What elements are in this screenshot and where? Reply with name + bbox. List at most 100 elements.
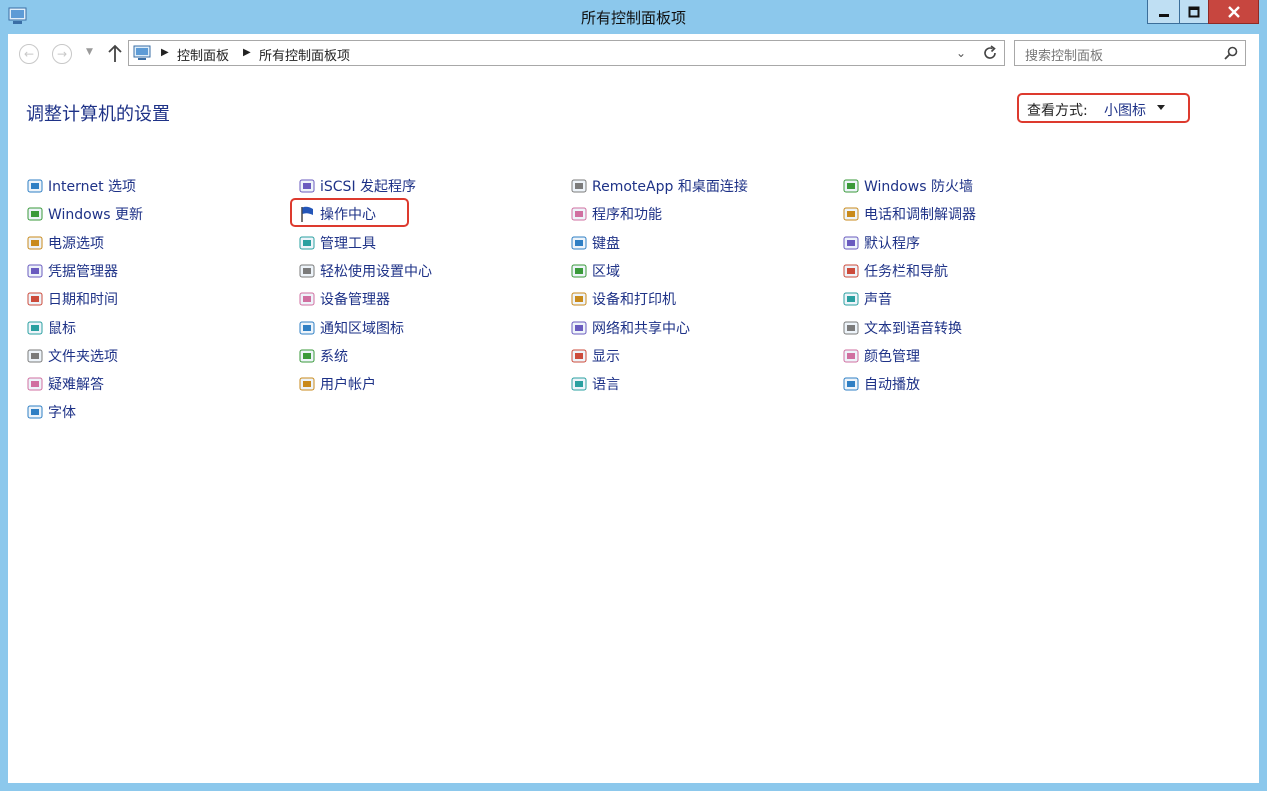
control-panel-item-label[interactable]: 轻松使用设置中心 [320,261,432,281]
control-panel-item[interactable]: 语言 [570,374,620,394]
control-panel-item[interactable]: Windows 更新 [26,204,143,224]
control-panel-item-label[interactable]: 用户帐户 [320,374,376,394]
control-panel-item[interactable]: 任务栏和导航 [842,261,948,281]
search-icon[interactable] [1223,45,1239,61]
breadcrumb-separator-icon[interactable]: ▶ [161,47,169,58]
control-panel-item-label[interactable]: 疑难解答 [48,374,104,394]
action-center-flag-icon [301,206,313,222]
control-panel-item-label[interactable]: 系统 [320,346,348,366]
internet-options-icon [27,179,43,193]
back-button[interactable]: ← [19,44,39,64]
page-heading: 调整计算机的设置 [26,104,170,125]
control-panel-item[interactable]: 文本到语音转换 [842,318,962,338]
control-panel-item[interactable]: Internet 选项 [26,176,136,196]
text-to-speech-icon [843,321,859,335]
control-panel-item[interactable]: 区域 [570,261,620,281]
close-button[interactable] [1208,0,1259,24]
control-panel-item-label[interactable]: Windows 更新 [48,204,143,224]
remoteapp-icon [571,179,587,193]
control-panel-item-label[interactable]: 设备和打印机 [592,289,676,309]
control-panel-item[interactable]: 轻松使用设置中心 [298,261,432,281]
control-panel-item[interactable]: 默认程序 [842,233,920,253]
refresh-icon[interactable] [981,44,999,62]
control-panel-item[interactable]: 文件夹选项 [26,346,118,366]
breadcrumb-separator-icon[interactable]: ▶ [243,47,251,58]
control-panel-item-label[interactable]: 文件夹选项 [48,346,118,366]
control-panel-item[interactable]: 颜色管理 [842,346,920,366]
control-panel-item[interactable]: 字体 [26,402,76,422]
chevron-down-icon: ▼ [86,47,93,57]
control-panel-item[interactable]: 系统 [298,346,348,366]
control-panel-item-label[interactable]: 显示 [592,346,620,366]
control-panel-item[interactable]: 电话和调制解调器 [842,204,976,224]
control-panel-item-label[interactable]: 默认程序 [864,233,920,253]
control-panel-window: 所有控制面板项 ← → ▼ ▶ 控制面板 ▶ 所有控制面板项 ⌄ 搜索控制面板 … [0,0,1267,791]
control-panel-item[interactable]: 声音 [842,289,892,309]
control-panel-item[interactable]: 显示 [570,346,620,366]
control-panel-item-label[interactable]: 凭据管理器 [48,261,118,281]
control-panel-item-label[interactable]: 键盘 [592,233,620,253]
control-panel-item[interactable]: 操作中心 [298,204,376,224]
control-panel-item[interactable]: 自动播放 [842,374,920,394]
control-panel-item-label[interactable]: 通知区域图标 [320,318,404,338]
forward-button[interactable]: → [52,44,72,64]
control-panel-item[interactable]: 凭据管理器 [26,261,118,281]
control-panel-item[interactable]: 设备和打印机 [570,289,676,309]
control-panel-item-label[interactable]: 日期和时间 [48,289,118,309]
control-panel-item-label[interactable]: 网络和共享中心 [592,318,690,338]
folder-options-icon [27,349,43,363]
control-panel-item[interactable]: 设备管理器 [298,289,390,309]
control-panel-item[interactable]: 网络和共享中心 [570,318,690,338]
control-panel-item[interactable]: iSCSI 发起程序 [298,176,416,196]
address-dropdown-icon[interactable]: ⌄ [956,46,966,60]
control-panel-item-label[interactable]: 程序和功能 [592,204,662,224]
address-bar[interactable]: ▶ 控制面板 ▶ 所有控制面板项 ⌄ [128,40,1005,66]
control-panel-item-label[interactable]: RemoteApp 和桌面连接 [592,176,748,196]
search-control-panel-input[interactable]: 搜索控制面板 [1014,40,1246,66]
control-panel-item[interactable]: 疑难解答 [26,374,104,394]
control-panel-item-label[interactable]: 鼠标 [48,318,76,338]
control-panel-item[interactable]: 程序和功能 [570,204,662,224]
date-time-icon [27,292,43,306]
control-panel-item-label[interactable]: Internet 选项 [48,176,136,196]
dropdown-caret-icon[interactable] [1157,105,1165,110]
forward-arrow-icon: → [56,47,68,61]
view-by-control[interactable]: 查看方式: 小图标 [1017,93,1190,123]
search-placeholder: 搜索控制面板 [1025,49,1104,64]
control-panel-item-label[interactable]: 语言 [592,374,620,394]
view-by-dropdown[interactable]: 小图标 [1104,100,1146,120]
control-panel-item-label[interactable]: iSCSI 发起程序 [320,176,416,196]
control-panel-item-label[interactable]: 管理工具 [320,233,376,253]
control-panel-item-label[interactable]: 任务栏和导航 [864,261,948,281]
power-options-icon [27,236,43,250]
control-panel-item[interactable]: Windows 防火墙 [842,176,973,196]
control-panel-item-label[interactable]: 电源选项 [48,233,104,253]
control-panel-item-label[interactable]: 文本到语音转换 [864,318,962,338]
close-icon [1227,5,1240,18]
control-panel-item-label[interactable]: 电话和调制解调器 [864,204,976,224]
control-panel-item-label[interactable]: 操作中心 [320,204,376,224]
control-panel-item[interactable]: RemoteApp 和桌面连接 [570,176,748,196]
maximize-button[interactable] [1179,0,1208,24]
control-panel-item-label[interactable]: 字体 [48,402,76,422]
control-panel-item-label[interactable]: 颜色管理 [864,346,920,366]
control-panel-item[interactable]: 鼠标 [26,318,76,338]
control-panel-item[interactable]: 管理工具 [298,233,376,253]
up-button[interactable] [106,43,124,65]
control-panel-item-label[interactable]: 设备管理器 [320,289,390,309]
control-panel-item-label[interactable]: 声音 [864,289,892,309]
breadcrumb-all-items[interactable]: 所有控制面板项 [259,45,350,64]
control-panel-item[interactable]: 通知区域图标 [298,318,404,338]
control-panel-item[interactable]: 用户帐户 [298,374,376,394]
fonts-icon [27,405,43,419]
control-panel-item-label[interactable]: Windows 防火墙 [864,176,973,196]
control-panel-item[interactable]: 电源选项 [26,233,104,253]
control-panel-item[interactable]: 日期和时间 [26,289,118,309]
control-panel-item[interactable]: 键盘 [570,233,620,253]
control-panel-item-label[interactable]: 区域 [592,261,620,281]
title-bar[interactable]: 所有控制面板项 [0,0,1267,34]
recent-locations-button[interactable]: ▼ [86,47,93,57]
breadcrumb-control-panel[interactable]: 控制面板 [177,45,229,64]
minimize-button[interactable] [1147,0,1179,24]
control-panel-item-label[interactable]: 自动播放 [864,374,920,394]
